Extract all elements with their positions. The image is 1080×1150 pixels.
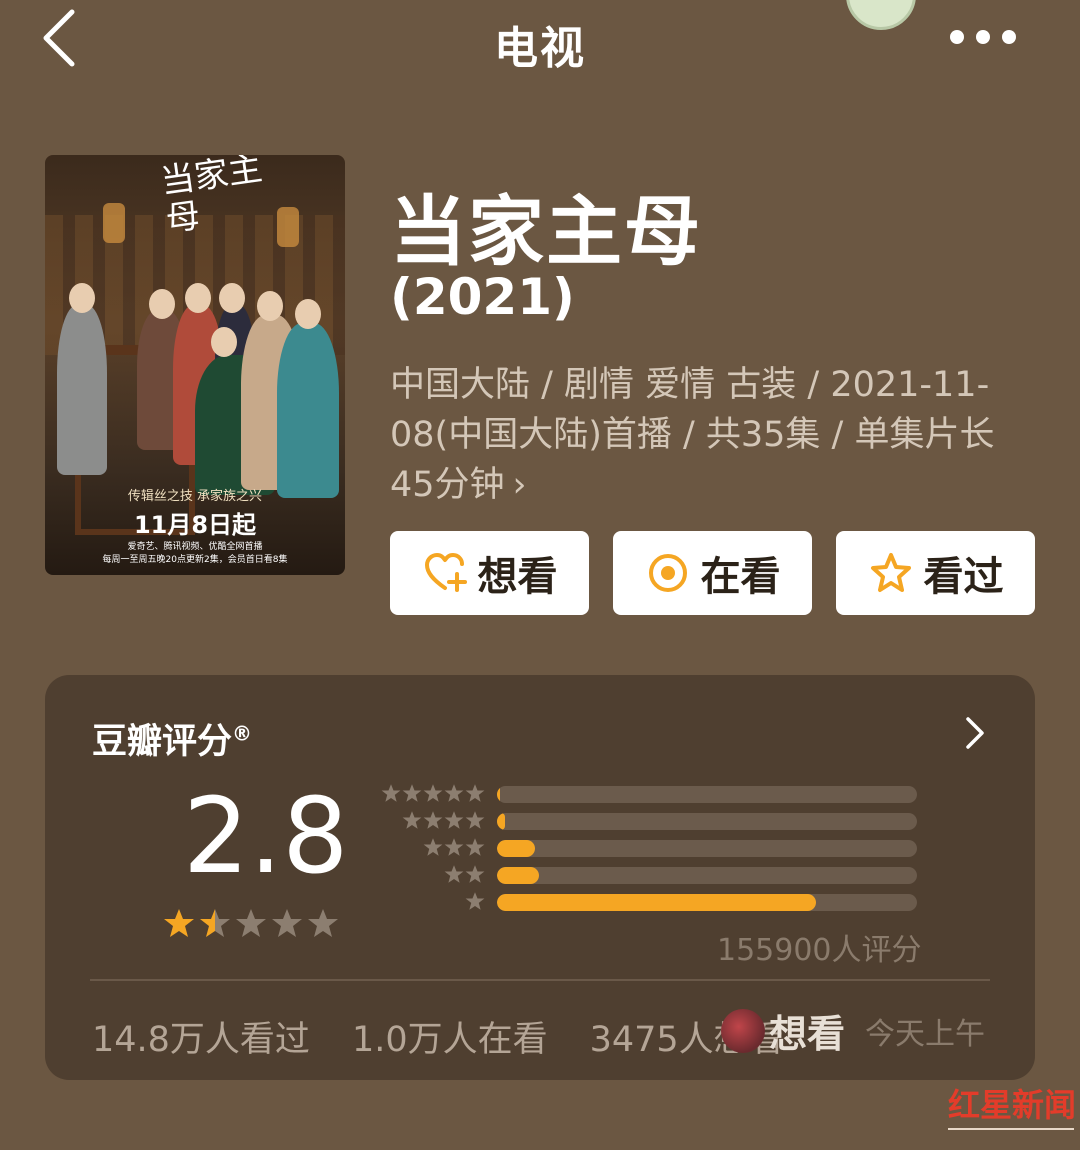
distribution-bar: [497, 894, 917, 911]
want-button[interactable]: 想看: [390, 531, 589, 615]
rating-title: 豆瓣评分®: [92, 713, 252, 764]
distribution-star-icon: [402, 784, 422, 802]
registered-mark: ®: [232, 721, 253, 746]
show-meta-text: 中国大陆 / 剧情 爱情 古装 / 2021-11-08(中国大陆)首播 / 共…: [390, 365, 995, 505]
target-icon: [648, 554, 687, 592]
distribution-stars: [423, 837, 485, 859]
rating-star-icon: [200, 909, 230, 937]
lantern-decoration: [103, 203, 125, 243]
show-year: (2021): [390, 268, 575, 326]
distribution-star-icon: [423, 811, 443, 829]
watermark-logo: 红星新闻: [948, 1080, 1076, 1140]
chevron-right-icon: ›: [512, 465, 527, 505]
poster-sub-line1: 爱奇艺、腾讯视频、优酷全网首播: [127, 542, 263, 552]
poster-image[interactable]: 当家主母 传辑丝之技 承家族之兴 11月8日起 爱奇艺、腾讯视频、优酷全网首播 …: [45, 155, 345, 575]
more-horizontal-icon[interactable]: [950, 30, 1020, 46]
rating-star-icon: [236, 909, 266, 937]
watermark-text: 红星新闻: [948, 1086, 1077, 1124]
distribution-stars: [381, 783, 485, 805]
distribution-row: [375, 864, 485, 886]
distribution-bar-fill: [497, 786, 501, 803]
figure: [57, 305, 107, 475]
watching-button-label: 在看: [700, 554, 781, 600]
rating-count: 155900人评分: [717, 933, 922, 968]
show-title: 当家主母: [390, 187, 702, 276]
heart-plus-icon: [424, 553, 467, 592]
distribution-bar: [497, 840, 917, 857]
poster-subtext: 爱奇艺、腾讯视频、优酷全网首播 每周一至周五晚20点更新2集，会员首日看8集: [45, 541, 345, 567]
figure-head: [219, 283, 245, 313]
distribution-star-icon: [444, 838, 464, 856]
distribution-star-icon: [402, 811, 422, 829]
star-outline-icon: [870, 553, 911, 592]
rating-star-icon: [308, 909, 338, 937]
distribution-stars: [402, 810, 485, 832]
rating-stars: [163, 907, 339, 939]
distribution-star-icon: [465, 838, 485, 856]
show-meta[interactable]: 中国大陆 / 剧情 爱情 古装 / 2021-11-08(中国大陆)首播 / 共…: [390, 360, 1010, 510]
figure-head: [185, 283, 211, 313]
activity-overlay: 想看 今天上午: [721, 1003, 985, 1058]
avatar: [721, 1008, 765, 1053]
want-button-label: 想看: [477, 554, 558, 600]
poster-tagline: 传辑丝之技 承家族之兴: [127, 489, 263, 504]
distribution-stars: [465, 891, 485, 913]
distribution-bar: [497, 786, 917, 803]
figure-head: [295, 299, 321, 329]
distribution-star-icon: [381, 784, 401, 802]
distribution-bar-fill: [497, 894, 817, 911]
distribution-row: [375, 837, 485, 859]
distribution-star-icon: [465, 865, 485, 883]
stat-watching[interactable]: 1.0万人在看: [352, 1011, 548, 1062]
figure: [277, 323, 339, 498]
rating-card[interactable]: 豆瓣评分® 2.8 155900人评分 14.8万人看过 1.0万人在看 347…: [45, 675, 1035, 1080]
distribution-star-icon: [444, 865, 464, 883]
distribution-star-icon: [444, 784, 464, 802]
stats-row: 14.8万人看过 1.0万人在看 3475人想看: [92, 1011, 784, 1062]
figure-head: [211, 327, 237, 357]
distribution-row: [375, 783, 485, 805]
activity-label: 想看: [769, 1012, 846, 1056]
distribution-bar-fill: [497, 813, 506, 830]
poster-sub-line2: 每周一至周五晚20点更新2集，会员首日看8集: [102, 555, 288, 565]
figure-head: [69, 283, 95, 313]
distribution-star-icon: [423, 838, 443, 856]
rating-score: 2.8: [183, 775, 349, 897]
chevron-right-icon[interactable]: [963, 715, 987, 751]
page-title: 电视: [494, 23, 586, 74]
distribution-star-icon: [465, 811, 485, 829]
distribution-star-icon: [423, 784, 443, 802]
watermark-underline: [948, 1128, 1074, 1130]
distribution-star-icon: [465, 892, 485, 910]
top-bar: 电视: [0, 0, 1080, 80]
activity-time: 今天上午: [865, 1016, 986, 1052]
distribution-bar: [497, 867, 917, 884]
rating-title-text: 豆瓣评分: [92, 722, 233, 762]
rating-star-icon: [164, 909, 194, 937]
figure-head: [149, 289, 175, 319]
watched-button-label: 看过: [923, 554, 1004, 600]
distribution-star-icon: [465, 784, 485, 802]
distribution-bar: [497, 813, 917, 830]
watched-button[interactable]: 看过: [836, 531, 1035, 615]
distribution-bar-fill: [497, 840, 535, 857]
stat-watched[interactable]: 14.8万人看过: [92, 1011, 310, 1062]
divider: [90, 979, 990, 981]
distribution-stars: [444, 864, 485, 886]
figure-head: [257, 291, 283, 321]
watching-button[interactable]: 在看: [613, 531, 812, 615]
rating-star-icon: [272, 909, 302, 937]
distribution-row: [375, 891, 485, 913]
distribution-bar-fill: [497, 867, 539, 884]
distribution-row: [375, 810, 485, 832]
distribution-star-icon: [444, 811, 464, 829]
poster-date: 11月8日起: [133, 511, 257, 539]
